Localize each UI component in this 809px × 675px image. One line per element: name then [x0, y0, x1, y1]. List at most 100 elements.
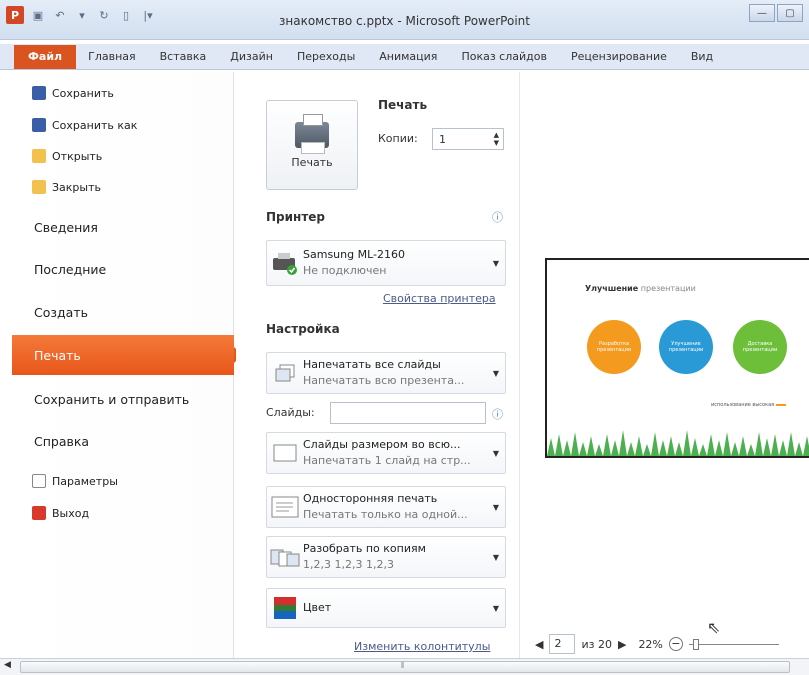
- printer-status-icon: [267, 250, 303, 276]
- chevron-down-icon: ▼: [492, 368, 500, 378]
- edit-header-footer-link[interactable]: Изменить колонтитулы: [354, 640, 490, 653]
- copies-value: 1: [439, 132, 446, 146]
- collate-main: Разобрать по копиям: [303, 542, 426, 555]
- layout-select[interactable]: Слайды размером во всю... Напечатать 1 с…: [266, 432, 506, 474]
- sidebar-item-info[interactable]: Сведения: [12, 216, 234, 238]
- tab-insert[interactable]: Вставка: [148, 45, 219, 69]
- one-sided-icon: [267, 496, 303, 518]
- sidebar-item-label: Открыть: [52, 149, 103, 163]
- tab-view[interactable]: Вид: [679, 45, 725, 69]
- zoom-level: 22%: [638, 637, 663, 651]
- sidebar-item-label: Печать: [34, 347, 81, 363]
- page-number-input[interactable]: 2: [549, 634, 576, 654]
- print-button[interactable]: Печать: [266, 100, 358, 190]
- sidebar-item-label: Параметры: [52, 474, 118, 488]
- sidebar-item-label: Закрыть: [52, 180, 101, 194]
- color-icon: [267, 596, 303, 620]
- sidebar-item-save[interactable]: Сохранить: [12, 84, 234, 102]
- color-main: Цвет: [303, 601, 332, 614]
- chevron-down-icon: ▼: [492, 603, 500, 613]
- copies-label: Копии:: [378, 132, 418, 145]
- sidebar-item-save-as[interactable]: Сохранить как: [12, 116, 234, 134]
- printer-icon: [295, 113, 329, 154]
- exit-icon: [32, 506, 46, 520]
- tab-home[interactable]: Главная: [76, 45, 148, 69]
- zoom-out-icon[interactable]: −: [668, 637, 683, 651]
- maximize-button[interactable]: ▢: [777, 4, 803, 22]
- printer-select[interactable]: Samsung ML-2160 Не подключен ▼: [266, 240, 506, 286]
- sidebar-item-open[interactable]: Открыть: [12, 147, 234, 165]
- grass-decoration: [547, 430, 809, 456]
- chevron-down-icon: ▼: [492, 552, 500, 562]
- ribbon-tabs: Файл Главная Вставка Дизайн Переходы Ани…: [0, 44, 809, 70]
- tab-file[interactable]: Файл: [14, 45, 77, 69]
- sidebar-item-label: Сохранить: [52, 86, 114, 100]
- print-preview: Улучшение презентации Разработка презент…: [521, 72, 809, 658]
- tab-animations[interactable]: Анимация: [367, 45, 449, 69]
- collate-sub: 1,2,3 1,2,3 1,2,3: [303, 558, 394, 571]
- sidebar-item-exit[interactable]: Выход: [12, 504, 234, 522]
- horizontal-scrollbar[interactable]: ◀ ⦀: [0, 658, 809, 675]
- folder-close-icon: [32, 180, 46, 194]
- copies-input[interactable]: 1 ▲ ▼: [432, 128, 504, 150]
- page-total: из 20: [581, 637, 612, 651]
- tab-slideshow[interactable]: Показ слайдов: [449, 45, 559, 69]
- sidebar-item-close[interactable]: Закрыть: [12, 178, 234, 196]
- printer-properties-link[interactable]: Свойства принтера: [383, 292, 496, 305]
- print-settings-panel: Печать Печать Копии: 1 ▲ ▼ Принтер ⓘ Sams…: [236, 72, 520, 658]
- collate-select[interactable]: Разобрать по копиям 1,2,3 1,2,3 1,2,3 ▼: [266, 536, 506, 578]
- collate-icon: [267, 546, 303, 568]
- layout-main: Слайды размером во всю...: [303, 438, 461, 451]
- save-icon: [32, 86, 46, 100]
- next-page-icon[interactable]: ▶: [618, 638, 626, 651]
- minimize-button[interactable]: —: [749, 4, 775, 22]
- sidebar-item-options[interactable]: Параметры: [12, 472, 234, 490]
- title-bar: P ▣ ↶ ▾ ↻ ▯ |▾ знакомство с.pptx - Micro…: [0, 0, 809, 40]
- printer-name: Samsung ML-2160: [303, 248, 405, 261]
- save-as-icon: [32, 118, 46, 132]
- preview-nav: ◀ 2 из 20 ▶ 22% −: [535, 634, 779, 654]
- sidebar-item-print[interactable]: Печать: [12, 335, 242, 375]
- sidebar-item-label: Сохранить как: [52, 118, 138, 132]
- print-range-select[interactable]: Напечатать все слайды Напечатать всю пре…: [266, 352, 506, 394]
- chevron-down-icon: ▼: [492, 502, 500, 512]
- slides-label: Слайды:: [266, 406, 315, 419]
- sidebar-item-label: Выход: [52, 506, 90, 520]
- prev-page-icon[interactable]: ◀: [535, 638, 543, 651]
- tab-transitions[interactable]: Переходы: [285, 45, 367, 69]
- options-icon: [32, 474, 46, 488]
- chevron-down-icon: ▼: [492, 258, 500, 268]
- sidebar-item-save-send[interactable]: Сохранить и отправить: [12, 388, 234, 410]
- window-title: знакомство с.pptx - Microsoft PowerPoint: [279, 14, 530, 28]
- print-heading: Печать: [378, 98, 428, 112]
- layout-sub: Напечатать 1 слайд на стр...: [303, 454, 471, 467]
- scroll-left-icon[interactable]: ◀: [4, 660, 11, 670]
- range-main: Напечатать все слайды: [303, 358, 441, 371]
- slides-input[interactable]: [330, 402, 486, 424]
- slide-preview: Улучшение презентации Разработка презент…: [545, 258, 809, 458]
- scrollbar-thumb[interactable]: ⦀: [20, 661, 790, 673]
- slides-stack-icon: [267, 363, 303, 383]
- printer-heading: Принтер: [266, 210, 326, 224]
- slide-title: Улучшение презентации: [585, 284, 696, 293]
- print-button-label: Печать: [291, 155, 333, 169]
- zoom-slider[interactable]: [688, 638, 779, 650]
- sidebar-item-new[interactable]: Создать: [12, 301, 234, 323]
- range-sub: Напечатать всю презента...: [303, 374, 465, 387]
- sidebar-item-help[interactable]: Справка: [12, 430, 234, 452]
- info-icon[interactable]: ⓘ: [492, 406, 503, 422]
- sides-select[interactable]: Односторонняя печать Печатать только на …: [266, 486, 506, 528]
- chevron-down-icon: ▼: [492, 448, 500, 458]
- slide-legend: использование высокая: [711, 402, 786, 408]
- tab-design[interactable]: Дизайн: [218, 45, 285, 69]
- sides-main: Односторонняя печать: [303, 492, 438, 505]
- tab-review[interactable]: Рецензирование: [559, 45, 679, 69]
- spinner-icon[interactable]: ▲ ▼: [494, 131, 503, 147]
- backstage-sidebar: Сохранить Сохранить как Открыть Закрыть …: [12, 72, 242, 658]
- folder-open-icon: [32, 149, 46, 163]
- info-icon[interactable]: ⓘ: [492, 209, 503, 225]
- printer-status: Не подключен: [303, 264, 387, 277]
- sidebar-item-recent[interactable]: Последние: [12, 258, 234, 280]
- color-select[interactable]: Цвет ▼: [266, 588, 506, 628]
- full-page-slide-icon: [267, 444, 303, 462]
